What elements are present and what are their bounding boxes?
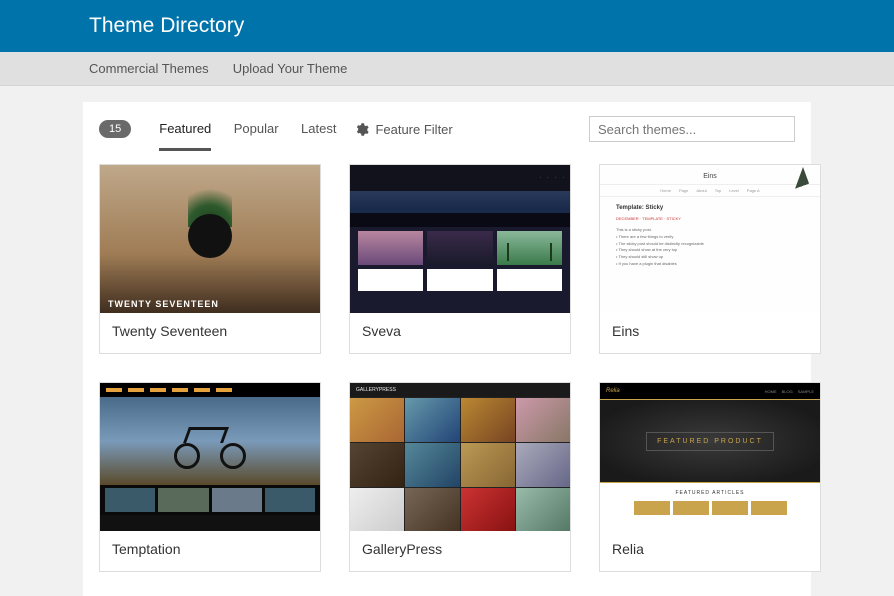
theme-count-badge: 15 [99, 120, 131, 138]
feature-filter-label: Feature Filter [375, 122, 452, 137]
theme-thumbnail: TWENTY SEVENTEEN [100, 165, 320, 313]
thumbnail-caption: TWENTY SEVENTEEN [108, 299, 219, 309]
theme-thumbnail: Eins HomePageAboutTopLevelPage A Templat… [600, 165, 820, 313]
filter-tabs: Featured Popular Latest [159, 120, 354, 138]
tab-popular[interactable]: Popular [234, 121, 279, 148]
page-title: Theme Directory [89, 14, 244, 38]
theme-card-sveva[interactable]: ···· Sveva [349, 164, 571, 354]
tab-latest[interactable]: Latest [301, 121, 336, 148]
filter-row: 15 Featured Popular Latest Feature Filte… [99, 116, 795, 142]
theme-name: Relia [600, 531, 820, 571]
theme-thumbnail: GALLERYPRESS [350, 383, 570, 531]
search-box [589, 116, 795, 142]
theme-grid: TWENTY SEVENTEEN Twenty Seventeen ···· S… [99, 164, 795, 572]
filter-left: 15 Featured Popular Latest Feature Filte… [99, 120, 453, 138]
theme-card-gallerypress[interactable]: GALLERYPRESS GalleryPress [349, 382, 571, 572]
gear-icon [354, 122, 369, 137]
main-panel: 15 Featured Popular Latest Feature Filte… [83, 102, 811, 596]
theme-card-relia[interactable]: ReliaHOMEBLOGSAMPLE FEATURED PRODUCT FEA… [599, 382, 821, 572]
theme-card-eins[interactable]: Eins HomePageAboutTopLevelPage A Templat… [599, 164, 821, 354]
theme-name: Twenty Seventeen [100, 313, 320, 353]
theme-card-twenty-seventeen[interactable]: TWENTY SEVENTEEN Twenty Seventeen [99, 164, 321, 354]
theme-name: Eins [600, 313, 820, 353]
search-input[interactable] [589, 116, 795, 142]
theme-thumbnail: ReliaHOMEBLOGSAMPLE FEATURED PRODUCT FEA… [600, 383, 820, 531]
sub-nav: Commercial Themes Upload Your Theme [0, 52, 894, 86]
theme-name: GalleryPress [350, 531, 570, 571]
theme-name: Sveva [350, 313, 570, 353]
theme-thumbnail [100, 383, 320, 531]
link-commercial-themes[interactable]: Commercial Themes [89, 61, 209, 76]
feature-filter-button[interactable]: Feature Filter [354, 122, 452, 137]
link-upload-theme[interactable]: Upload Your Theme [233, 61, 348, 76]
header-bar: Theme Directory [0, 0, 894, 52]
theme-card-temptation[interactable]: Temptation [99, 382, 321, 572]
tab-featured[interactable]: Featured [159, 121, 211, 151]
theme-name: Temptation [100, 531, 320, 571]
theme-thumbnail: ···· [350, 165, 570, 313]
